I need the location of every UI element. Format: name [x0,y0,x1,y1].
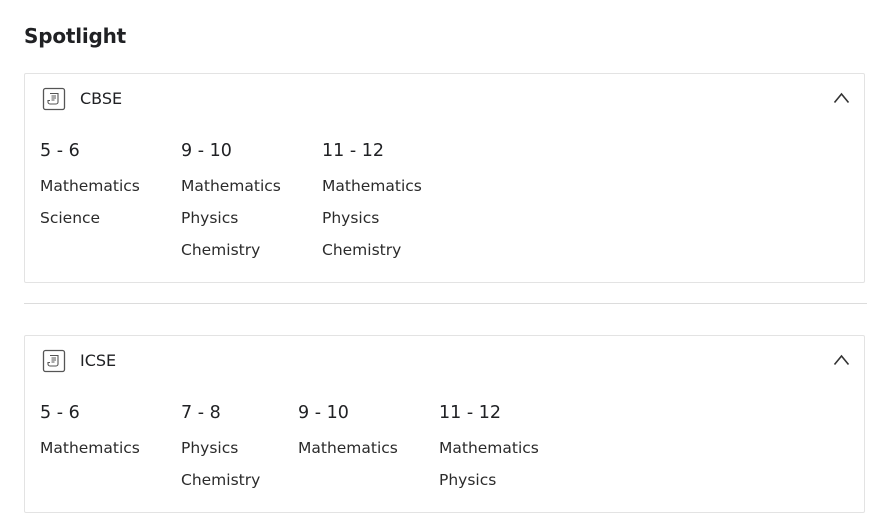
grade-group: 9 - 10 Mathematics [298,400,398,464]
document-icon [42,349,66,373]
subject-link[interactable]: Physics [439,464,539,496]
document-icon [42,87,66,111]
board-card-icse: ICSE 5 - 6 Mathematics 7 - 8 Physics Che… [24,335,865,513]
subject-link[interactable]: Mathematics [181,170,281,202]
subject-link[interactable]: Mathematics [40,170,140,202]
board-card-cbse: CBSE 5 - 6 Mathematics Science 9 - 10 Ma… [24,73,865,283]
grade-group: 11 - 12 Mathematics Physics [439,400,539,496]
grade-label: 5 - 6 [40,403,80,423]
subject-link[interactable]: Science [40,202,140,234]
grade-label: 9 - 10 [298,403,349,423]
page-title: Spotlight [24,24,127,48]
board-name: CBSE [80,89,123,108]
grade-group: 7 - 8 Physics Chemistry [181,400,260,496]
subject-link[interactable]: Mathematics [439,432,539,464]
subject-link[interactable]: Physics [181,432,260,464]
subject-link[interactable]: Physics [322,202,422,234]
board-header-cbse[interactable]: CBSE [25,74,864,126]
grade-group: 11 - 12 Mathematics Physics Chemistry [322,138,422,266]
chevron-up-icon[interactable] [833,92,850,104]
subject-link[interactable]: Chemistry [181,234,281,266]
grade-label: 5 - 6 [40,141,80,161]
section-divider [24,303,867,304]
subject-link[interactable]: Mathematics [322,170,422,202]
subject-link[interactable]: Chemistry [181,464,260,496]
subject-link[interactable]: Physics [181,202,281,234]
subject-link[interactable]: Mathematics [40,432,140,464]
grade-label: 7 - 8 [181,403,221,423]
grade-label: 9 - 10 [181,141,232,161]
grade-group: 5 - 6 Mathematics Science [40,138,140,234]
subject-link[interactable]: Chemistry [322,234,422,266]
board-header-icse[interactable]: ICSE [25,336,864,388]
grade-group: 9 - 10 Mathematics Physics Chemistry [181,138,281,266]
grade-label: 11 - 12 [439,403,501,423]
grade-label: 11 - 12 [322,141,384,161]
board-name: ICSE [80,351,117,370]
grade-group: 5 - 6 Mathematics [40,400,140,464]
chevron-up-icon[interactable] [833,354,850,366]
subject-link[interactable]: Mathematics [298,432,398,464]
